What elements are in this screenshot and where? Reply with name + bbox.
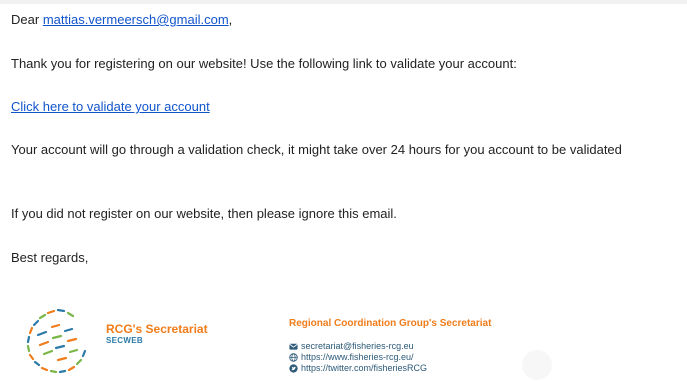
signature-email: secretariat@fisheries-rcg.eu	[301, 341, 414, 351]
top-strip	[0, 0, 687, 4]
signature-subname: SECWEB	[106, 336, 143, 345]
twitter-icon	[289, 364, 298, 373]
greeting-suffix: ,	[228, 12, 233, 27]
validate-link-line: Click here to validate your account	[11, 99, 210, 115]
signature-org-title: Regional Coordination Group's Secretaria…	[289, 318, 492, 329]
signature-name: RCG's Secretariat	[106, 322, 208, 336]
rcg-logo-icon	[26, 308, 87, 374]
recipient-email-link[interactable]: mattias.vermeersch@gmail.com	[43, 12, 229, 27]
faint-circle-decoration	[522, 350, 552, 380]
validate-account-link[interactable]: Click here to validate your account	[11, 99, 210, 114]
closing-line: Best regards,	[11, 250, 89, 265]
greeting-line: Dear mattias.vermeersch@gmail.com,	[11, 12, 232, 28]
validation-notice: Your account will go through a validatio…	[11, 142, 622, 157]
greeting-prefix: Dear	[11, 12, 40, 27]
globe-icon	[289, 353, 298, 362]
signature-twitter: https://twitter.com/fisheriesRCG	[301, 363, 428, 373]
signature-website: https://www.fisheries-rcg.eu/	[301, 352, 414, 362]
signature-website-row[interactable]: https://www.fisheries-rcg.eu/	[289, 352, 414, 363]
signature-twitter-row[interactable]: https://twitter.com/fisheriesRCG	[289, 363, 427, 374]
thanks-line: Thank you for registering on our website…	[11, 56, 517, 71]
envelope-icon	[289, 343, 298, 350]
signature-email-row[interactable]: secretariat@fisheries-rcg.eu	[289, 341, 414, 352]
ignore-notice: If you did not register on our website, …	[11, 206, 397, 221]
